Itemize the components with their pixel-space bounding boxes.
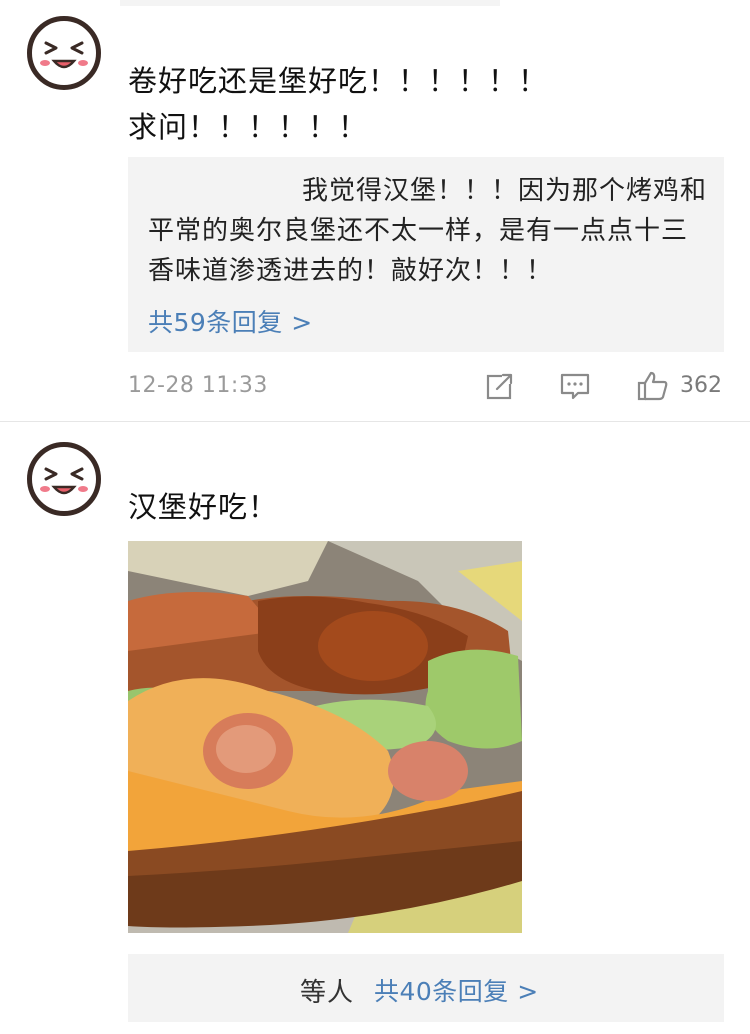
laughing-face-avatar-icon[interactable] [27,16,101,90]
comment-text: 卷好吃还是堡好吃！！！！！！求问！！！！！！ [128,64,549,144]
view-replies-link[interactable]: 共40条回复 > [374,972,539,1008]
share-icon[interactable] [483,369,517,403]
thumbs-up-icon[interactable] [636,369,670,403]
reply-box[interactable]: 等人 共40条回复 > [128,954,724,1022]
like-count: 362 [680,373,722,398]
burger-photo[interactable] [128,541,522,933]
comment-text: 汉堡好吃！ [128,490,279,524]
laughing-face-avatar-icon[interactable] [27,442,101,516]
comment-item: 卷好吃还是堡好吃！！！！！！求问！！！！！！ 我觉得汉堡！！！因为那个烤鸡和平常… [0,0,750,420]
timestamp: 12-28 11:33 [128,373,268,398]
reply-preview: 等人 [300,978,355,1008]
comment-icon[interactable] [558,369,592,403]
reply-text: 我觉得汉堡！！！因为那个烤鸡和平常的奥尔良堡还不太一样，是有一点点十三香味道渗透… [148,176,708,286]
reply-box[interactable]: 我觉得汉堡！！！因为那个烤鸡和平常的奥尔良堡还不太一样，是有一点点十三香味道渗透… [128,157,724,352]
view-replies-link[interactable]: 共59条回复 > [148,303,313,339]
comment-meta-row: 12-28 11:33 362 [128,369,724,409]
